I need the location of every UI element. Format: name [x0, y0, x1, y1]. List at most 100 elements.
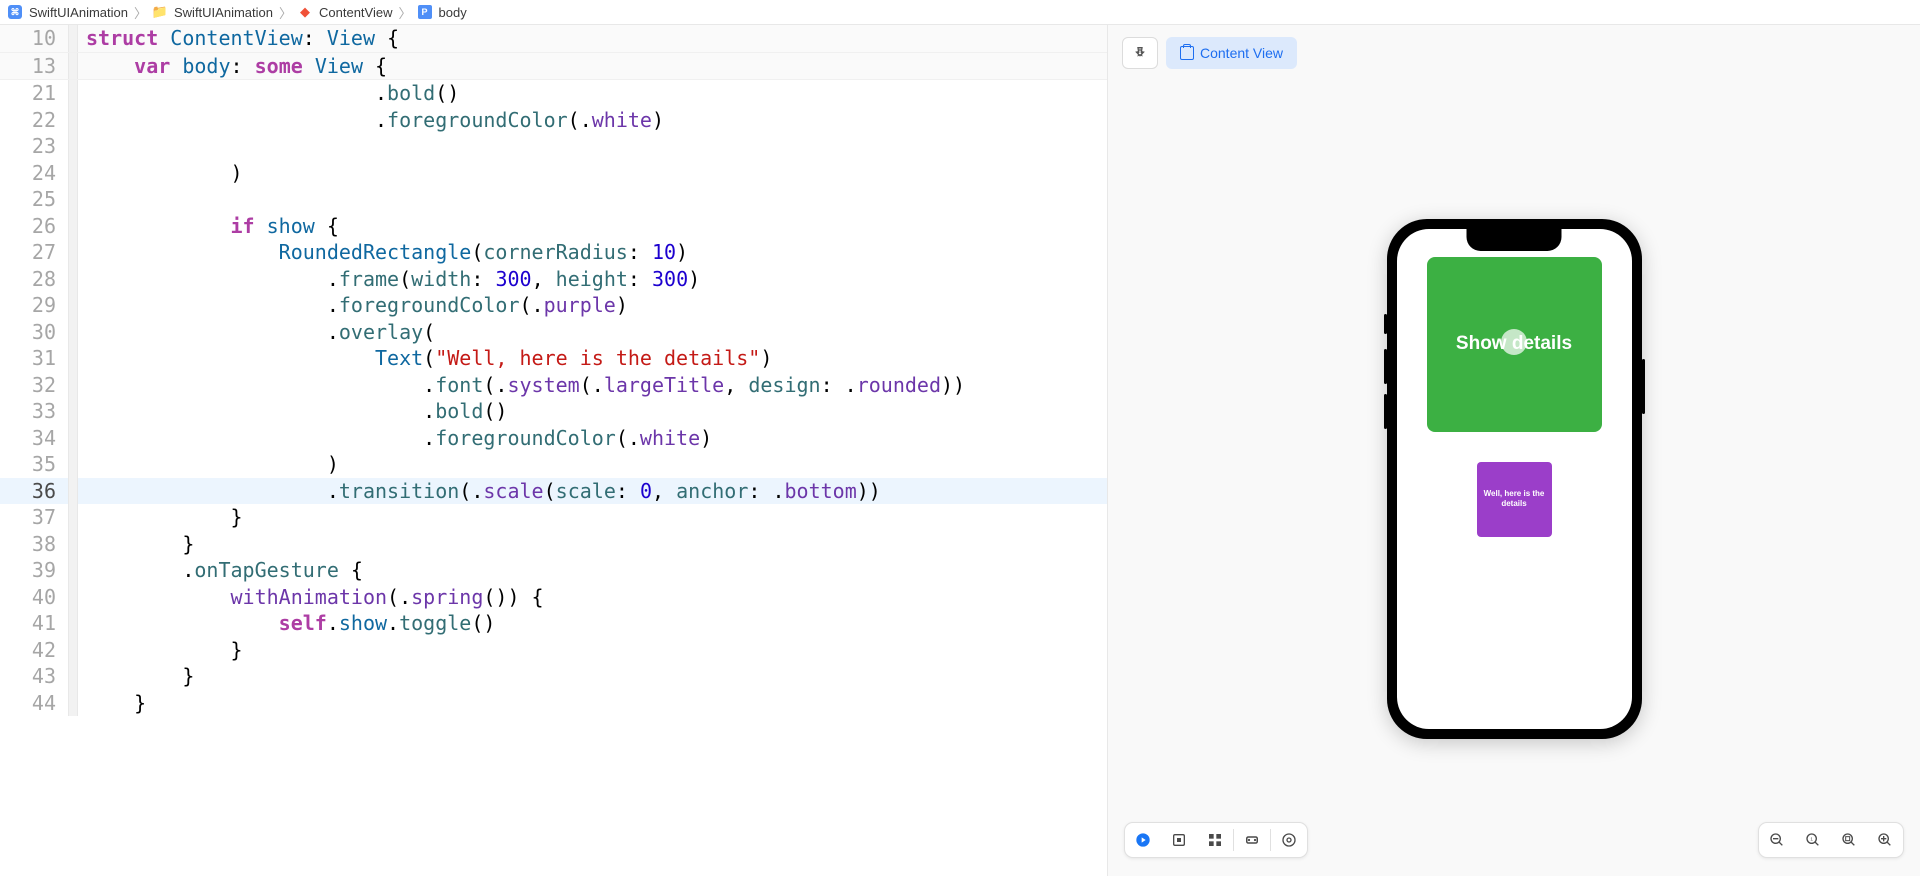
line-number[interactable]: 27 [0, 239, 68, 266]
code-text[interactable]: .foregroundColor(.white) [78, 425, 712, 452]
line-number[interactable]: 43 [0, 663, 68, 690]
fold-ribbon[interactable] [68, 398, 78, 425]
code-text[interactable]: .transition(.scale(scale: 0, anchor: .bo… [78, 478, 881, 505]
line-number[interactable]: 39 [0, 557, 68, 584]
code-text[interactable]: } [78, 504, 243, 531]
code-line[interactable]: 35 ) [0, 451, 1107, 478]
fold-ribbon[interactable] [68, 663, 78, 690]
code-text[interactable]: .bold() [78, 398, 507, 425]
code-line[interactable]: 30 .overlay( [0, 319, 1107, 346]
code-line[interactable]: 27 RoundedRectangle(cornerRadius: 10) [0, 239, 1107, 266]
code-text[interactable]: } [78, 690, 146, 717]
fold-ribbon[interactable] [68, 372, 78, 399]
show-details-card[interactable]: Show details [1427, 257, 1602, 432]
code-line[interactable]: 33 .bold() [0, 398, 1107, 425]
fold-ribbon[interactable] [68, 504, 78, 531]
code-line[interactable]: 10struct ContentView: View { [0, 25, 1107, 53]
line-number[interactable]: 42 [0, 637, 68, 664]
code-text[interactable]: if show { [78, 213, 339, 240]
line-number[interactable]: 23 [0, 133, 68, 160]
code-line[interactable]: 13 var body: some View { [0, 53, 1107, 81]
fold-ribbon[interactable] [68, 690, 78, 717]
line-number[interactable]: 32 [0, 372, 68, 399]
breadcrumb[interactable]: ⌘ SwiftUIAnimation 〉 📁 SwiftUIAnimation … [0, 0, 1920, 25]
code-line[interactable]: 37 } [0, 504, 1107, 531]
zoom-out-button[interactable] [1759, 823, 1795, 857]
code-text[interactable]: .foregroundColor(.white) [78, 107, 664, 134]
code-text[interactable]: ) [78, 451, 339, 478]
code-line[interactable]: 32 .font(.system(.largeTitle, design: .r… [0, 372, 1107, 399]
code-line[interactable]: 44 } [0, 690, 1107, 717]
line-number[interactable]: 38 [0, 531, 68, 558]
code-line[interactable]: 29 .foregroundColor(.purple) [0, 292, 1107, 319]
line-number[interactable]: 22 [0, 107, 68, 134]
line-number[interactable]: 29 [0, 292, 68, 319]
line-number[interactable]: 33 [0, 398, 68, 425]
line-number[interactable]: 44 [0, 690, 68, 717]
code-line[interactable]: 42 } [0, 637, 1107, 664]
crumb-folder[interactable]: SwiftUIAnimation [174, 5, 273, 20]
line-number[interactable]: 30 [0, 319, 68, 346]
fold-ribbon[interactable] [68, 53, 78, 80]
line-number[interactable]: 21 [0, 80, 68, 107]
fold-ribbon[interactable] [68, 610, 78, 637]
fold-ribbon[interactable] [68, 80, 78, 107]
line-number[interactable]: 25 [0, 186, 68, 213]
code-text[interactable]: .bold() [78, 80, 459, 107]
code-line[interactable]: 21 .bold() [0, 80, 1107, 107]
code-text[interactable]: .overlay( [78, 319, 435, 346]
fold-ribbon[interactable] [68, 319, 78, 346]
code-text[interactable]: RoundedRectangle(cornerRadius: 10) [78, 239, 688, 266]
fold-ribbon[interactable] [68, 266, 78, 293]
code-line[interactable]: 36 .transition(.scale(scale: 0, anchor: … [0, 478, 1107, 505]
code-text[interactable]: } [78, 663, 194, 690]
crumb-file[interactable]: ContentView [319, 5, 392, 20]
fold-ribbon[interactable] [68, 557, 78, 584]
crumb-property[interactable]: body [439, 5, 467, 20]
code-line[interactable]: 39 .onTapGesture { [0, 557, 1107, 584]
code-line[interactable]: 40 withAnimation(.spring()) { [0, 584, 1107, 611]
code-line[interactable]: 38 } [0, 531, 1107, 558]
code-line[interactable]: 23 [0, 133, 1107, 160]
fold-ribbon[interactable] [68, 239, 78, 266]
fold-ribbon[interactable] [68, 25, 78, 52]
line-number[interactable]: 13 [0, 53, 68, 80]
preview-options-button[interactable] [1271, 823, 1307, 857]
phone-screen[interactable]: Show details Well, here is the details [1397, 229, 1632, 729]
code-line[interactable]: 41 self.show.toggle() [0, 610, 1107, 637]
code-line[interactable]: 43 } [0, 663, 1107, 690]
code-text[interactable]: self.show.toggle() [78, 610, 495, 637]
line-number[interactable]: 26 [0, 213, 68, 240]
fold-ribbon[interactable] [68, 637, 78, 664]
code-text[interactable]: } [78, 531, 194, 558]
variants-button[interactable] [1197, 823, 1233, 857]
code-line[interactable]: 24 ) [0, 160, 1107, 187]
zoom-actual-button[interactable]: 1 [1795, 823, 1831, 857]
code-text[interactable]: var body: some View { [78, 53, 387, 80]
fold-ribbon[interactable] [68, 186, 78, 213]
code-line[interactable]: 22 .foregroundColor(.white) [0, 107, 1107, 134]
line-number[interactable]: 37 [0, 504, 68, 531]
line-number[interactable]: 24 [0, 160, 68, 187]
code-text[interactable]: Text("Well, here is the details") [78, 345, 772, 372]
line-number[interactable]: 40 [0, 584, 68, 611]
code-text[interactable]: ) [78, 160, 243, 187]
fold-ribbon[interactable] [68, 478, 78, 505]
code-text[interactable]: struct ContentView: View { [78, 25, 399, 52]
fold-ribbon[interactable] [68, 425, 78, 452]
fold-ribbon[interactable] [68, 213, 78, 240]
fold-ribbon[interactable] [68, 107, 78, 134]
zoom-in-button[interactable] [1867, 823, 1903, 857]
line-number[interactable]: 28 [0, 266, 68, 293]
fold-ribbon[interactable] [68, 451, 78, 478]
code-line[interactable]: 31 Text("Well, here is the details") [0, 345, 1107, 372]
code-line[interactable]: 28 .frame(width: 300, height: 300) [0, 266, 1107, 293]
line-number[interactable]: 36 [0, 478, 68, 505]
selectable-button[interactable] [1161, 823, 1197, 857]
zoom-fit-button[interactable] [1831, 823, 1867, 857]
fold-ribbon[interactable] [68, 292, 78, 319]
fold-ribbon[interactable] [68, 160, 78, 187]
device-settings-button[interactable] [1234, 823, 1270, 857]
fold-ribbon[interactable] [68, 531, 78, 558]
fold-ribbon[interactable] [68, 345, 78, 372]
